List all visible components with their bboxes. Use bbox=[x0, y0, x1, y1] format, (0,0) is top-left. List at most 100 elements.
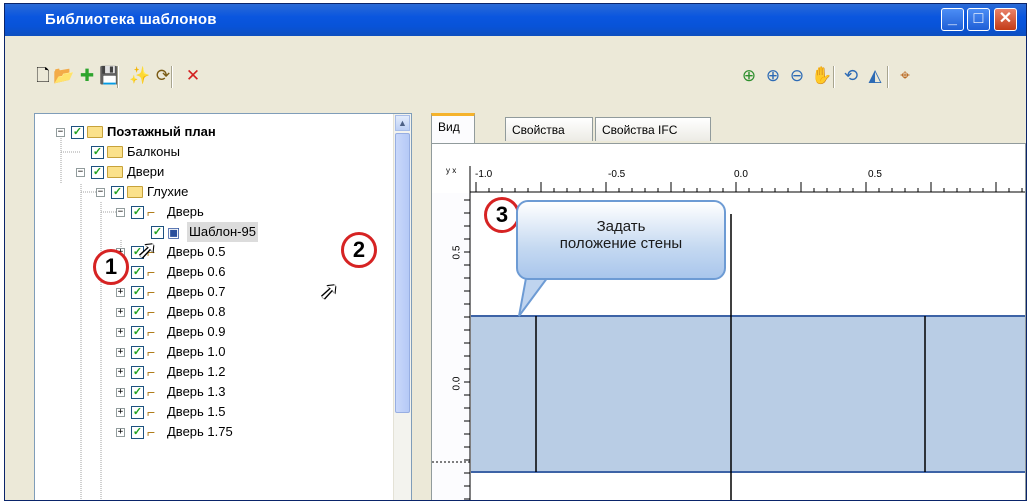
tree-item[interactable]: + ✓ ⌐ Дверь 1.75 bbox=[35, 422, 385, 442]
tree-item-label: Дверь 1.75 bbox=[167, 424, 233, 439]
zoom-in-icon[interactable]: ⊕ bbox=[763, 66, 783, 86]
expand-icon[interactable]: + bbox=[116, 428, 125, 437]
template-icon: ▣ bbox=[167, 224, 181, 240]
tree-item[interactable]: + ✓ ⌐ Дверь 1.2 bbox=[35, 362, 385, 382]
checkbox[interactable]: ✓ bbox=[131, 206, 144, 219]
close-button[interactable]: ✕ bbox=[994, 8, 1017, 31]
tree-item[interactable]: − ✓ Двери bbox=[35, 162, 385, 182]
checkbox[interactable]: ✓ bbox=[131, 346, 144, 359]
tree-item[interactable]: ✓ ▣ Шаблон-95 bbox=[35, 222, 385, 242]
door-icon: ⌐ bbox=[147, 204, 156, 220]
tree-item-label: Дверь 0.8 bbox=[167, 304, 226, 319]
folder-icon bbox=[87, 126, 103, 138]
folder-icon bbox=[107, 146, 123, 158]
tree-item-label: Дверь 1.0 bbox=[167, 344, 226, 359]
title-bar[interactable]: Библиотека шаблонов _ □ ✕ bbox=[5, 4, 1026, 36]
mirror-icon[interactable]: ◭ bbox=[865, 66, 885, 86]
zoom-out-icon[interactable]: ⊖ bbox=[787, 66, 807, 86]
axis-origin-icon: y x bbox=[446, 166, 457, 175]
tree-item[interactable]: ✓ Балконы bbox=[35, 142, 385, 162]
tree-item-label: Дверь 0.9 bbox=[167, 324, 226, 339]
door-icon: ⌐ bbox=[147, 324, 156, 340]
tree-item-label: Дверь 1.3 bbox=[167, 384, 226, 399]
ruler-top-label: 0.0 bbox=[734, 169, 748, 180]
collapse-icon[interactable]: − bbox=[76, 168, 85, 177]
bubble-line1: Задать bbox=[596, 218, 646, 235]
collapse-icon[interactable]: − bbox=[116, 208, 125, 217]
checkbox[interactable]: ✓ bbox=[91, 146, 104, 159]
delete-icon[interactable]: ✕ bbox=[183, 66, 203, 86]
open-icon[interactable]: 📂 bbox=[53, 66, 74, 86]
import-icon[interactable]: ⟳ bbox=[153, 66, 173, 86]
bubble-line2: положение стены bbox=[559, 235, 683, 252]
expand-icon[interactable]: + bbox=[116, 308, 125, 317]
tree-item[interactable]: − ✓ ⌐ Дверь bbox=[35, 202, 385, 222]
tree-item-label: Двери bbox=[127, 164, 165, 179]
tab-view[interactable]: Вид bbox=[431, 113, 475, 143]
tree-item-label: Дверь bbox=[167, 204, 204, 219]
checkbox[interactable]: ✓ bbox=[131, 386, 144, 399]
tree-item-label: Дверь 0.6 bbox=[167, 264, 226, 279]
checkbox[interactable]: ✓ bbox=[131, 326, 144, 339]
new-template-icon[interactable]: ✨ bbox=[129, 66, 150, 86]
checkbox[interactable]: ✓ bbox=[71, 126, 84, 139]
door-icon: ⌐ bbox=[147, 344, 156, 360]
checkbox[interactable]: ✓ bbox=[131, 406, 144, 419]
ruler-top-label: -1.0 bbox=[475, 169, 493, 180]
collapse-icon[interactable]: − bbox=[56, 128, 65, 137]
tree-item[interactable]: − ✓ Глухие bbox=[35, 182, 385, 202]
door-icon: ⌐ bbox=[147, 284, 156, 300]
tree-item[interactable]: + ✓ ⌐ Дверь 1.5 bbox=[35, 402, 385, 422]
door-icon: ⌐ bbox=[147, 384, 156, 400]
expand-icon[interactable]: + bbox=[116, 388, 125, 397]
tree-item[interactable]: + ✓ ⌐ Дверь 1.3 bbox=[35, 382, 385, 402]
snap-icon[interactable]: ⌖ bbox=[895, 66, 915, 86]
collapse-icon[interactable]: − bbox=[96, 188, 105, 197]
toolbar-separator bbox=[171, 66, 173, 88]
tree-scrollbar[interactable]: ▲ bbox=[393, 114, 411, 500]
save-icon[interactable]: 💾 bbox=[99, 66, 120, 86]
scroll-up-arrow-icon[interactable]: ▲ bbox=[395, 115, 410, 131]
tree-item[interactable]: +✓⌐Дверь 0.5 bbox=[35, 242, 385, 262]
callout-2: 2 bbox=[341, 232, 377, 268]
tree-item[interactable]: + ✓ ⌐ Дверь 1.0 bbox=[35, 342, 385, 362]
door-icon: ⌐ bbox=[147, 304, 156, 320]
toolbar-separator bbox=[117, 66, 119, 88]
tree-item-label: Дверь 0.7 bbox=[167, 284, 226, 299]
checkbox[interactable]: ✓ bbox=[91, 166, 104, 179]
new-icon[interactable]: 🗋 bbox=[33, 66, 53, 86]
tree-item-label: Шаблон-95 bbox=[187, 222, 258, 242]
pan-icon[interactable]: ✋ bbox=[811, 66, 832, 86]
expand-icon[interactable]: + bbox=[116, 408, 125, 417]
tree-item-label: Балконы bbox=[127, 144, 180, 159]
tree-item[interactable]: + ✓ ⌐ Дверь 0.9 bbox=[35, 322, 385, 342]
add-icon[interactable]: ✚ bbox=[77, 66, 97, 86]
door-icon: ⌐ bbox=[147, 424, 156, 440]
checkbox[interactable]: ✓ bbox=[131, 366, 144, 379]
scroll-thumb[interactable] bbox=[395, 133, 410, 413]
expand-icon[interactable]: + bbox=[116, 288, 125, 297]
expand-icon[interactable]: + bbox=[116, 348, 125, 357]
minimize-button[interactable]: _ bbox=[941, 8, 964, 31]
rotate-icon[interactable]: ⟲ bbox=[841, 66, 861, 86]
tree-item-label: Дверь 1.5 bbox=[167, 404, 226, 419]
template-library-window: Библиотека шаблонов _ □ ✕ 🗋 📂 ✚ 💾 ✨ ⟳ ✕ ⊕ ⊕ ⊖ ✋ ⟲ ◭… bbox=[4, 3, 1027, 501]
checkbox[interactable]: ✓ bbox=[131, 266, 144, 279]
checkbox[interactable]: ✓ bbox=[131, 286, 144, 299]
maximize-button[interactable]: □ bbox=[967, 8, 990, 31]
zoom-fit-icon[interactable]: ⊕ bbox=[739, 66, 759, 86]
expand-icon[interactable]: + bbox=[116, 328, 125, 337]
template-tree-panel[interactable]: − ✓ Поэтажный план ✓ Балконы − ✓ Двери − ✓ Глухие −… bbox=[34, 113, 412, 500]
checkbox[interactable]: ✓ bbox=[131, 306, 144, 319]
checkbox[interactable]: ✓ bbox=[131, 426, 144, 439]
checkbox[interactable]: ✓ bbox=[111, 186, 124, 199]
expand-icon[interactable]: + bbox=[116, 368, 125, 377]
tree-item[interactable]: − ✓ Поэтажный план bbox=[35, 122, 385, 142]
ruler-left-label: 0.0 bbox=[451, 376, 463, 391]
tab-properties[interactable]: Свойства bbox=[505, 117, 593, 141]
mouse-cursor-icon: ➚ bbox=[319, 278, 340, 305]
tree-item-label: Дверь 0.5 bbox=[167, 244, 226, 259]
ruler-left-label: 0.5 bbox=[451, 245, 463, 260]
tab-ifc-properties[interactable]: Свойства IFC bbox=[595, 117, 711, 141]
window-title: Библиотека шаблонов bbox=[45, 11, 217, 28]
